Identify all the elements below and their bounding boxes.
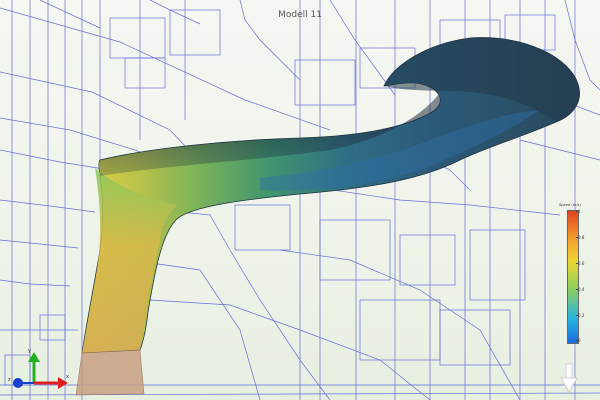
legend-title: Speed (m/s) bbox=[559, 203, 581, 207]
view-cube-arrow-icon[interactable] bbox=[560, 360, 578, 396]
axis-y-label: y bbox=[28, 348, 31, 354]
axis-x-label: x bbox=[66, 374, 69, 380]
scene-canvas[interactable]: x y z bbox=[0, 0, 600, 400]
flow-domain[interactable] bbox=[75, 37, 580, 396]
legend-tick: 0 bbox=[576, 338, 581, 343]
legend-tick: 0.4 bbox=[575, 287, 585, 292]
legend-tick: 0.8 bbox=[575, 235, 585, 240]
legend-tick: 0.2 bbox=[575, 313, 585, 318]
legend-tick: 0.6 bbox=[575, 261, 585, 266]
axis-z-label: z bbox=[8, 377, 11, 383]
legend-color-bar bbox=[567, 210, 579, 344]
viewport-title: Modell 11 bbox=[278, 10, 322, 20]
axis-triad-icon[interactable] bbox=[13, 352, 68, 389]
color-legend: Speed (m/s) 1 0.8 0.6 0.4 0.2 0 bbox=[557, 203, 595, 345]
legend-tick: 1 bbox=[576, 209, 581, 214]
3d-viewport[interactable]: x y z Modell 11 Speed (m/s) 1 0.8 0.6 0.… bbox=[0, 0, 600, 400]
